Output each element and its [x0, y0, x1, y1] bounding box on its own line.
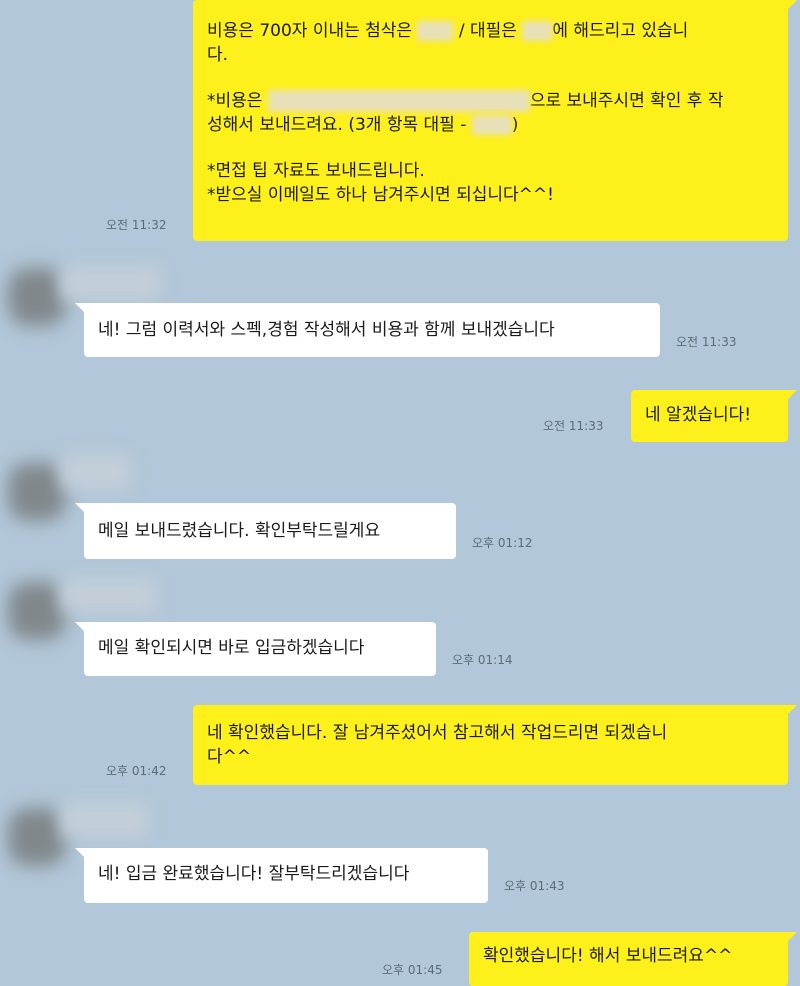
redacted-price [522, 21, 553, 41]
message-line: 성해서 보내드려요. (3개 항목 대필 - ) [207, 115, 519, 135]
message-time: 오전 11:32 [106, 218, 167, 232]
redacted-price [417, 21, 454, 41]
bubble-tail [788, 932, 797, 941]
message-line: 다^^ [207, 747, 252, 767]
redacted-account [267, 90, 530, 112]
message-time: 오후 01:45 [382, 963, 443, 977]
message-line: 다. [207, 45, 229, 65]
message-text: 네! 그럼 이력서와 스펙,경험 작성해서 비용과 함께 보내겠습니다 [98, 320, 555, 340]
message-line: 네 확인했습니다. 잘 남겨주셨어서 참고해서 작업드리면 되겠습니 [207, 723, 668, 743]
bubble-tail [788, 390, 797, 399]
bubble-tail [788, 0, 797, 9]
message-line: *면접 팁 자료도 보내드립니다. [207, 161, 425, 181]
message-bubble-sent[interactable]: 네 확인했습니다. 잘 남겨주셨어서 참고해서 작업드리면 되겠습니 다^^ [193, 705, 788, 785]
message-time: 오후 01:12 [472, 536, 533, 550]
message-text: 네! 입금 완료했습니다! 잘부탁드리겠습니다 [98, 864, 410, 884]
avatar[interactable] [8, 808, 66, 866]
message-text: 메일 확인되시면 바로 입금하겠습니다 [98, 638, 365, 658]
avatar[interactable] [8, 582, 66, 640]
message-text: 확인했습니다! 해서 보내드려요^^ [483, 946, 733, 966]
message-line: *비용은 으로 보내주시면 확인 후 작 [207, 90, 724, 112]
bubble-tail [75, 303, 84, 312]
avatar[interactable] [8, 463, 66, 521]
message-bubble-sent[interactable]: 네 알겠습니다! [631, 390, 788, 442]
sender-name [60, 578, 156, 612]
sender-name [60, 803, 148, 837]
bubble-tail [75, 622, 84, 631]
message-bubble-received[interactable]: 메일 보내드렸습니다. 확인부탁드릴게요 [84, 503, 456, 559]
message-line: 비용은 700자 이내는 첨삭은 / 대필은 에 해드리고 있습니 [207, 21, 689, 41]
sender-name [60, 455, 130, 489]
message-bubble-received[interactable]: 메일 확인되시면 바로 입금하겠습니다 [84, 622, 436, 676]
message-bubble-sent[interactable]: 비용은 700자 이내는 첨삭은 / 대필은 에 해드리고 있습니 다. *비용… [193, 0, 788, 241]
bubble-tail [788, 705, 797, 714]
message-time: 오후 01:14 [452, 653, 513, 667]
sender-name [60, 266, 160, 300]
message-bubble-received[interactable]: 네! 그럼 이력서와 스펙,경험 작성해서 비용과 함께 보내겠습니다 [84, 303, 660, 357]
message-text: 메일 보내드렸습니다. 확인부탁드릴게요 [98, 521, 381, 541]
bubble-tail [75, 503, 84, 512]
message-line: *받으실 이메일도 하나 남겨주시면 되십니다^^! [207, 185, 554, 205]
redacted-price [471, 115, 512, 135]
message-time: 오전 11:33 [543, 419, 604, 433]
bubble-tail [75, 848, 84, 857]
message-time: 오후 01:42 [106, 764, 167, 778]
message-text: 네 알겠습니다! [645, 405, 752, 425]
message-bubble-sent[interactable]: 확인했습니다! 해서 보내드려요^^ [469, 932, 788, 986]
message-time: 오전 11:33 [676, 335, 737, 349]
message-bubble-received[interactable]: 네! 입금 완료했습니다! 잘부탁드리겠습니다 [84, 848, 488, 903]
avatar[interactable] [8, 268, 66, 326]
message-time: 오후 01:43 [504, 879, 565, 893]
